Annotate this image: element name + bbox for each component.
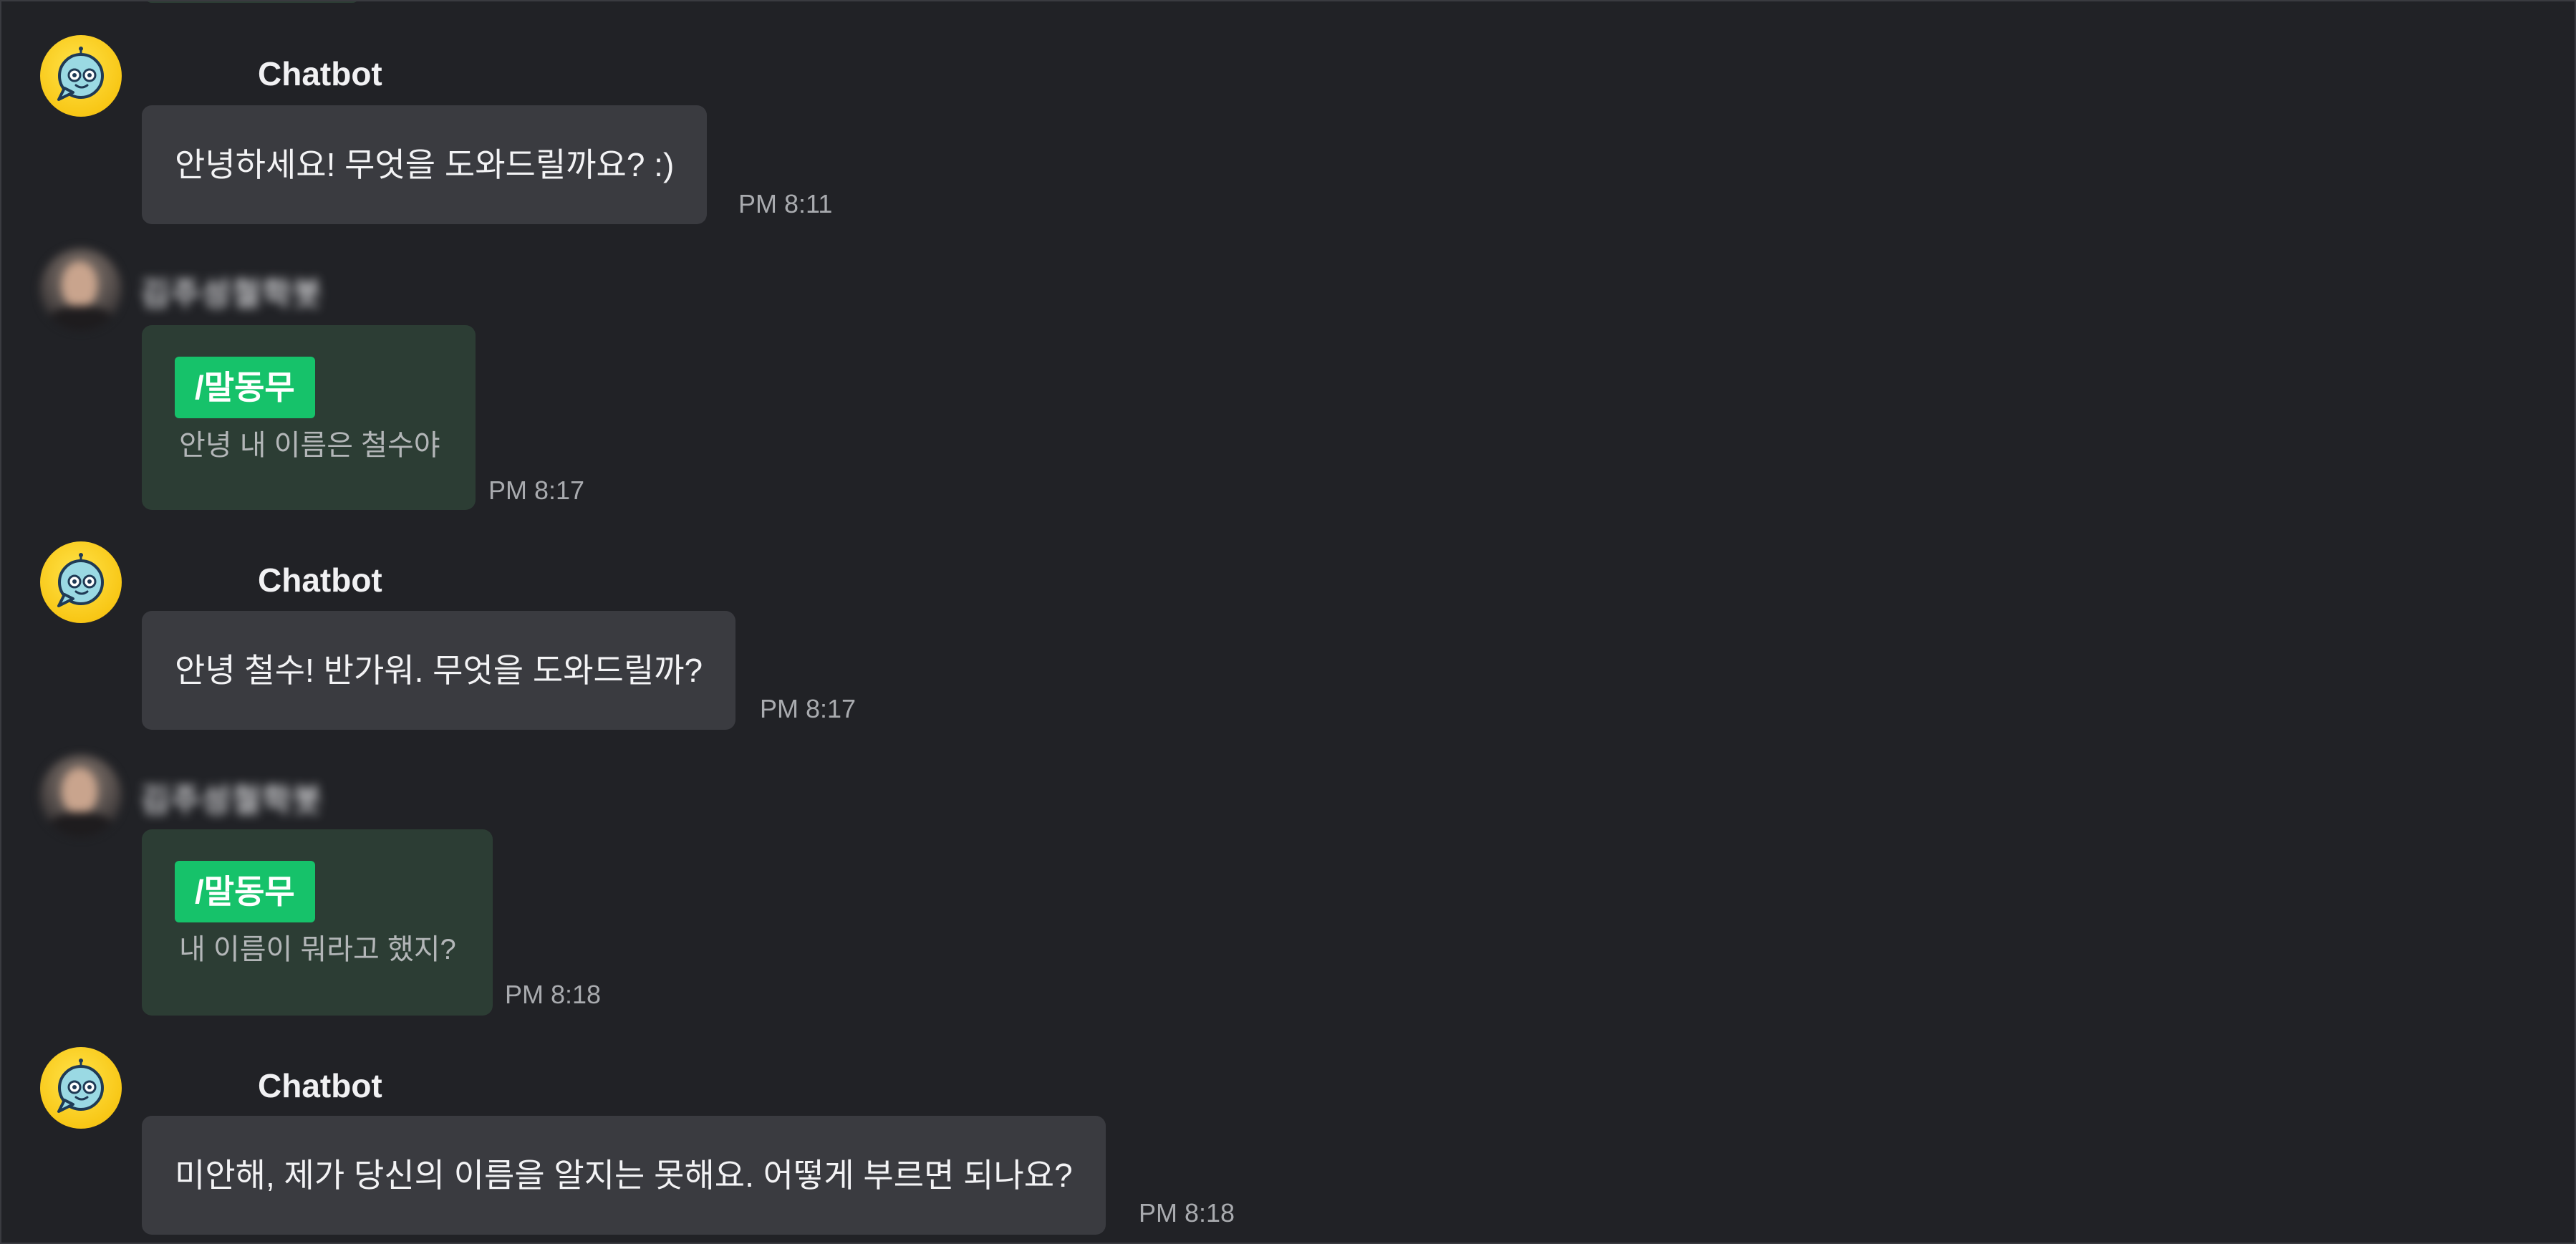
avatar-face <box>62 261 97 307</box>
sender-name: Chatbot <box>258 561 382 599</box>
sender-name: 김주성철학봇 <box>140 783 323 818</box>
chatbot-avatar-icon[interactable] <box>40 541 122 623</box>
avatar-shoulders <box>47 306 115 330</box>
message-timestamp: PM 8:18 <box>505 980 602 1009</box>
sender-name: 김주성철학봇 <box>140 276 323 312</box>
command-badge[interactable]: /말동무 <box>175 861 315 922</box>
previous-message-edge <box>145 1 360 3</box>
user-avatar-photo[interactable] <box>40 249 122 330</box>
message-text: 내 이름이 뭐라고 했지? <box>179 934 456 965</box>
message-bubble: 안녕하세요! 무엇을 도와드릴까요? :) <box>142 105 708 224</box>
command-badge[interactable]: /말동무 <box>175 357 315 418</box>
message-bubble: 미안해, 제가 당신의 이름을 알지는 못해요. 어떻게 부르면 되나요? <box>142 1116 1106 1235</box>
message-bubble: /말동무 안녕 내 이름은 철수야 <box>142 325 476 510</box>
message-bubble: 안녕 철수! 반가워. 무엇을 도와드릴까? <box>142 611 736 730</box>
sender-name: Chatbot <box>258 55 382 92</box>
message-timestamp: PM 8:17 <box>760 694 857 723</box>
message-timestamp: PM 8:17 <box>488 476 585 505</box>
chat-thread[interactable]: Chatbot 안녕하세요! 무엇을 도와드릴까요? :) PM 8:11 김주… <box>0 0 2576 1244</box>
user-avatar-photo[interactable] <box>40 755 122 836</box>
chatbot-avatar-icon[interactable] <box>40 1047 122 1129</box>
avatar-shoulders <box>47 812 115 836</box>
message-timestamp: PM 8:11 <box>738 189 833 218</box>
avatar-face <box>62 768 97 814</box>
chatbot-avatar-icon[interactable] <box>40 35 122 117</box>
sender-name: Chatbot <box>258 1067 382 1104</box>
message-bubble: /말동무 내 이름이 뭐라고 했지? <box>142 829 493 1016</box>
message-timestamp: PM 8:18 <box>1139 1198 1235 1228</box>
message-text: 안녕 내 이름은 철수야 <box>179 430 440 461</box>
